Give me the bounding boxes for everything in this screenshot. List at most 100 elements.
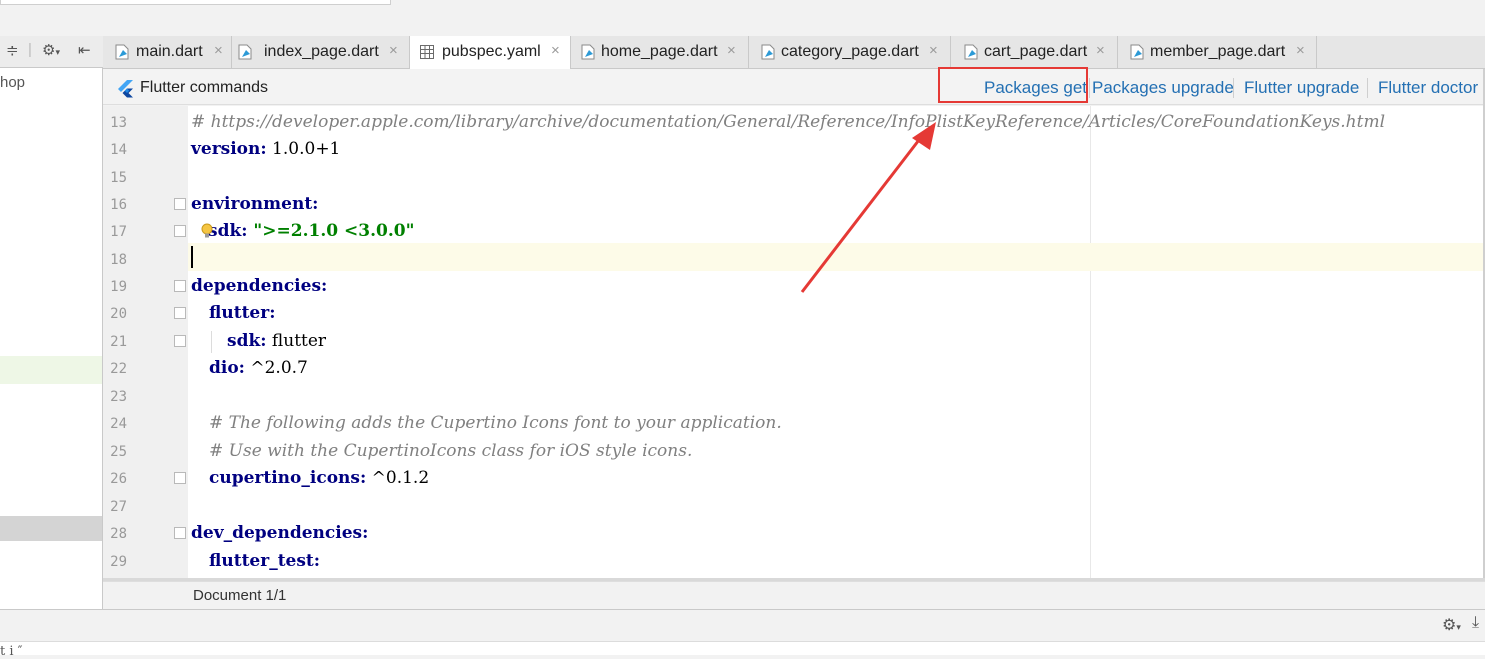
tab-home-page-dart[interactable]: home_page.dart ×	[571, 36, 749, 68]
yaml-key: dio:	[209, 358, 245, 378]
fold-marker[interactable]	[174, 527, 186, 539]
yaml-key: version:	[191, 139, 267, 159]
line-number: 27	[110, 499, 127, 515]
editor-tab-bar: main.dart × index_page.dart × pubspec.ya…	[103, 36, 1485, 69]
yaml-table-icon	[420, 45, 434, 59]
tab-label: pubspec.yaml	[442, 43, 541, 60]
intention-bulb-icon[interactable]	[201, 223, 213, 239]
close-icon[interactable]: ×	[551, 42, 560, 59]
tab-pubspec-yaml[interactable]: pubspec.yaml ×	[410, 36, 571, 69]
commands-bar-title: Flutter commands	[140, 79, 269, 96]
close-icon[interactable]: ×	[1296, 42, 1305, 59]
tab-label: member_page.dart	[1150, 43, 1286, 60]
line-number: 23	[110, 389, 127, 405]
project-tree-root[interactable]: hop	[0, 74, 25, 91]
bottom-tool-window: ⚙▾ ⤓ t i ″	[0, 609, 1485, 659]
project-tree-row-highlighted[interactable]	[0, 356, 102, 384]
arrow-shaft	[800, 135, 924, 293]
yaml-string-value: ">=2.1.0 <3.0.0"	[247, 221, 415, 241]
code-line[interactable]: 24 # The following adds the Cupertino Ic…	[103, 410, 1485, 437]
link-separator	[1367, 78, 1368, 98]
code-line[interactable]: 25 # Use with the CupertinoIcons class f…	[103, 438, 1485, 465]
project-tree-row-selected[interactable]	[0, 516, 102, 541]
document-counter: Document 1/1	[193, 587, 287, 604]
toolbar-divider: |	[28, 41, 32, 58]
fold-marker[interactable]	[174, 472, 186, 484]
close-icon[interactable]: ×	[929, 42, 938, 59]
fold-marker[interactable]	[174, 335, 186, 347]
tab-label: index_page.dart	[264, 43, 379, 60]
top-strip-segment	[346, 0, 391, 5]
yaml-key: dev_dependencies:	[191, 523, 369, 543]
close-icon[interactable]: ×	[727, 42, 736, 59]
code-line[interactable]: 29 flutter_test:	[103, 548, 1485, 575]
dart-file-icon	[964, 44, 978, 60]
tab-label: cart_page.dart	[984, 43, 1088, 60]
project-panel: ≑ | ⚙▾ ⇤ hop	[0, 36, 103, 609]
link-separator	[1233, 78, 1234, 98]
code-comment: # The following adds the Cupertino Icons…	[209, 413, 782, 433]
dart-file-icon	[761, 44, 775, 60]
code-line[interactable]: 26 cupertino_icons: ^0.1.2	[103, 465, 1485, 492]
gear-icon[interactable]: ⚙▾	[1442, 615, 1461, 635]
bottom-toolbar: ⚙▾ ⤓	[0, 610, 1485, 642]
project-panel-toolbar: ≑ | ⚙▾ ⇤	[0, 36, 103, 68]
close-icon[interactable]: ×	[389, 42, 398, 59]
close-icon[interactable]: ×	[1096, 42, 1105, 59]
tab-member-page-dart[interactable]: member_page.dart ×	[1118, 36, 1317, 68]
line-number: 25	[110, 444, 127, 460]
line-number: 28	[110, 526, 127, 542]
tab-label: home_page.dart	[601, 43, 718, 60]
code-line[interactable]: 28 dev_dependencies:	[103, 520, 1485, 547]
dart-file-icon	[581, 44, 595, 60]
hide-icon[interactable]: ⇤	[78, 41, 91, 59]
line-number: 18	[110, 252, 127, 268]
yaml-key: sdk:	[227, 331, 267, 351]
window-top-strip	[0, 0, 1485, 36]
flutter-doctor-link[interactable]: Flutter doctor	[1378, 78, 1478, 98]
line-number: 17	[110, 224, 127, 240]
fold-marker[interactable]	[174, 225, 186, 237]
yaml-value: 1.0.0+1	[266, 139, 341, 159]
fold-marker[interactable]	[174, 198, 186, 210]
bottom-panel-text: t i ″	[0, 644, 23, 659]
tab-main-dart[interactable]: main.dart ×	[109, 36, 232, 68]
annotation-highlight-box	[938, 67, 1088, 103]
link-separator	[1089, 78, 1090, 98]
code-line[interactable]: 23	[103, 383, 1485, 410]
top-strip-segment	[96, 0, 347, 5]
yaml-key: flutter_test:	[209, 551, 321, 571]
indent-guide	[211, 331, 212, 353]
code-line[interactable]: 20 flutter:	[103, 300, 1485, 327]
fold-marker[interactable]	[174, 307, 186, 319]
line-number: 19	[110, 279, 127, 295]
dart-file-icon	[1130, 44, 1144, 60]
fold-marker[interactable]	[174, 280, 186, 292]
tab-cart-page-dart[interactable]: cart_page.dart ×	[951, 36, 1118, 68]
code-text: # https://developer.apple.com/library/ar…	[191, 112, 1386, 132]
line-number: 22	[110, 361, 127, 377]
gear-icon[interactable]: ⚙▾	[42, 41, 60, 59]
flutter-commands-bar: Flutter commands Packages get Packages u…	[103, 69, 1485, 105]
flutter-logo-icon	[118, 80, 133, 98]
packages-upgrade-link[interactable]: Packages upgrade	[1092, 78, 1234, 98]
line-number: 24	[110, 416, 127, 432]
top-strip-segment	[0, 0, 98, 5]
yaml-key: dependencies:	[191, 276, 328, 296]
code-line[interactable]: 27	[103, 493, 1485, 520]
hide-panel-icon[interactable]: ⤓	[1472, 614, 1479, 632]
close-icon[interactable]: ×	[214, 42, 223, 59]
line-number: 21	[110, 334, 127, 350]
yaml-value: ^2.0.7	[244, 358, 308, 378]
flutter-upgrade-link[interactable]: Flutter upgrade	[1244, 78, 1359, 98]
code-line[interactable]: 21 sdk: flutter	[103, 328, 1485, 355]
line-number: 16	[110, 197, 127, 213]
tab-index-page-dart[interactable]: index_page.dart ×	[232, 36, 410, 68]
line-number: 13	[110, 115, 127, 131]
tab-category-page-dart[interactable]: category_page.dart ×	[749, 36, 951, 68]
line-number: 20	[110, 306, 127, 322]
collapse-icon[interactable]: ≑	[6, 41, 19, 59]
tab-label: main.dart	[136, 43, 203, 60]
yaml-value: flutter	[266, 331, 327, 351]
code-line[interactable]: 22 dio: ^2.0.7	[103, 355, 1485, 382]
